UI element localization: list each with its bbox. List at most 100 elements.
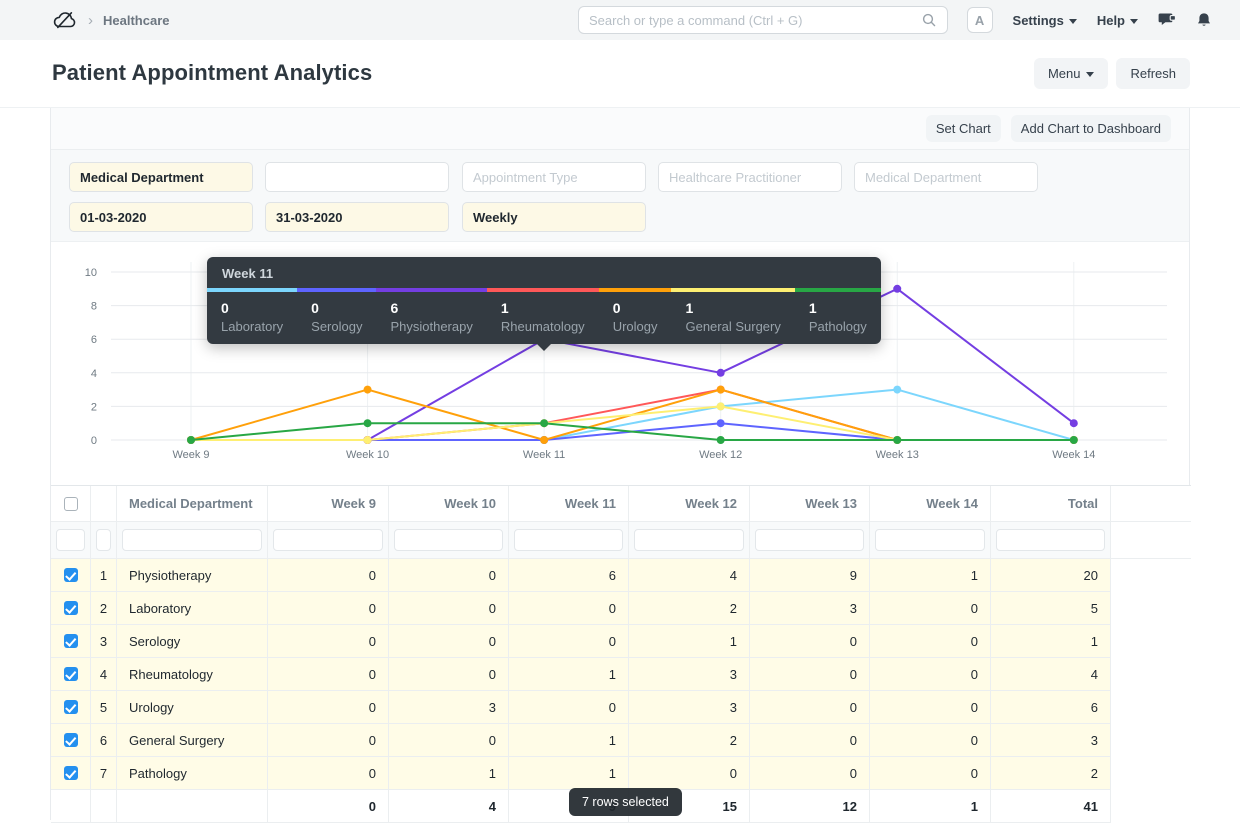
department-cell[interactable]: Rheumatology (117, 658, 268, 691)
department-cell[interactable]: Laboratory (117, 592, 268, 625)
report-card: Set Chart Add Chart to Dashboard Medical… (50, 108, 1190, 820)
totals-value-cell: 12 (750, 790, 870, 823)
data-point[interactable] (540, 419, 548, 427)
row-select-cell (51, 592, 91, 625)
column-filter-input[interactable] (394, 529, 503, 551)
row-checkbox[interactable] (64, 766, 78, 780)
tooltip-label: Rheumatology (501, 319, 585, 334)
data-point[interactable] (717, 419, 725, 427)
row-filler (1111, 592, 1191, 625)
chat-icon[interactable] (1158, 12, 1176, 28)
column-filter-input[interactable] (122, 529, 262, 551)
tooltip-value: 1 (685, 300, 780, 316)
value-cell: 3 (750, 592, 870, 625)
navbar: › Healthcare A Settings Help (0, 0, 1240, 40)
y-axis-tick: 6 (91, 334, 97, 346)
tooltip-entry: 0Urology (599, 288, 672, 344)
row-checkbox[interactable] (64, 601, 78, 615)
data-point[interactable] (364, 386, 372, 394)
data-point[interactable] (893, 436, 901, 444)
breadcrumb[interactable]: Healthcare (103, 13, 169, 28)
value-cell: 1 (509, 757, 629, 790)
data-point[interactable] (893, 386, 901, 394)
tooltip-value: 6 (390, 300, 472, 316)
department-cell[interactable]: Urology (117, 691, 268, 724)
to-date-filter[interactable]: 31-03-2020 (265, 202, 449, 232)
notifications-bell-icon[interactable] (1196, 12, 1212, 29)
appointment-type-filter[interactable]: Appointment Type (462, 162, 646, 192)
data-point[interactable] (717, 436, 725, 444)
y-axis-tick: 10 (85, 267, 97, 279)
search-input[interactable] (589, 13, 921, 28)
data-point[interactable] (717, 386, 725, 394)
data-point[interactable] (187, 436, 195, 444)
column-filter-input[interactable] (755, 529, 864, 551)
refresh-button[interactable]: Refresh (1116, 58, 1190, 89)
global-search[interactable] (578, 6, 948, 34)
range-filter[interactable]: Weekly (462, 202, 646, 232)
tooltip-entry: 0Serology (297, 288, 376, 344)
row-select-cell (51, 559, 91, 592)
avatar[interactable]: A (967, 7, 993, 33)
column-header-week[interactable]: Week 12 (629, 486, 750, 522)
data-point[interactable] (1070, 436, 1078, 444)
row-checkbox[interactable] (64, 667, 78, 681)
total-cell: 4 (991, 658, 1111, 691)
column-filter-input[interactable] (514, 529, 623, 551)
select-all-cell (51, 486, 91, 522)
column-filter-input[interactable] (96, 529, 111, 551)
column-filter-input[interactable] (273, 529, 383, 551)
department-cell[interactable]: Serology (117, 625, 268, 658)
column-header-total[interactable]: Total (991, 486, 1111, 522)
tooltip-pointer (537, 344, 551, 351)
column-filter-input[interactable] (56, 529, 85, 551)
column-header-week[interactable]: Week 9 (268, 486, 389, 522)
column-header-week[interactable]: Week 10 (389, 486, 509, 522)
row-index: 5 (91, 691, 117, 724)
value-cell: 1 (389, 757, 509, 790)
department-cell[interactable]: General Surgery (117, 724, 268, 757)
data-point[interactable] (540, 436, 548, 444)
set-chart-button[interactable]: Set Chart (926, 115, 1001, 142)
data-point[interactable] (1070, 419, 1078, 427)
column-header-week[interactable]: Week 14 (870, 486, 991, 522)
value-cell: 0 (389, 658, 509, 691)
column-filter-input[interactable] (634, 529, 744, 551)
tooltip-label: General Surgery (685, 319, 780, 334)
filter-cell (991, 522, 1111, 559)
data-point[interactable] (364, 436, 372, 444)
tooltip-value: 1 (501, 300, 585, 316)
column-filter-input[interactable] (996, 529, 1105, 551)
data-point[interactable] (717, 402, 725, 410)
filter-filler (1111, 522, 1191, 559)
select-all-checkbox[interactable] (64, 497, 78, 511)
empty-filter[interactable] (265, 162, 449, 192)
settings-menu[interactable]: Settings (1013, 13, 1077, 28)
row-select-cell (51, 658, 91, 691)
healthcare-practitioner-filter[interactable]: Healthcare Practitioner (658, 162, 842, 192)
department-cell[interactable]: Physiotherapy (117, 559, 268, 592)
column-filter-input[interactable] (875, 529, 985, 551)
tree-type-filter[interactable]: Medical Department (69, 162, 253, 192)
row-checkbox[interactable] (64, 634, 78, 648)
add-chart-to-dashboard-button[interactable]: Add Chart to Dashboard (1011, 115, 1171, 142)
data-point[interactable] (893, 285, 901, 293)
medical-department-filter[interactable]: Medical Department (854, 162, 1038, 192)
chevron-down-icon (1130, 19, 1138, 24)
row-checkbox[interactable] (64, 568, 78, 582)
from-date-filter[interactable]: 01-03-2020 (69, 202, 253, 232)
column-header-week[interactable]: Week 13 (750, 486, 870, 522)
column-header-week[interactable]: Week 11 (509, 486, 629, 522)
data-point[interactable] (364, 419, 372, 427)
tooltip-label: Serology (311, 319, 362, 334)
department-cell[interactable]: Pathology (117, 757, 268, 790)
help-menu[interactable]: Help (1097, 13, 1138, 28)
menu-button[interactable]: Menu (1034, 58, 1109, 89)
column-header-department[interactable]: Medical Department (117, 486, 268, 522)
x-axis-tick: Week 12 (699, 449, 742, 461)
app-logo-icon[interactable] (52, 7, 78, 33)
row-checkbox[interactable] (64, 733, 78, 747)
tooltip-value: 0 (221, 300, 283, 316)
row-checkbox[interactable] (64, 700, 78, 714)
data-point[interactable] (717, 369, 725, 377)
